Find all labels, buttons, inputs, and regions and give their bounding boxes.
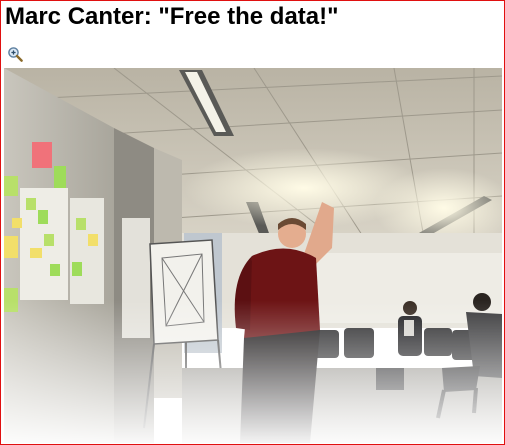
page-title: Marc Canter: "Free the data!" xyxy=(5,3,339,30)
page-frame: Marc Canter: "Free the data!" xyxy=(0,0,505,445)
magnifier-zoom-icon[interactable] xyxy=(7,46,23,62)
event-photo[interactable] xyxy=(4,68,502,443)
